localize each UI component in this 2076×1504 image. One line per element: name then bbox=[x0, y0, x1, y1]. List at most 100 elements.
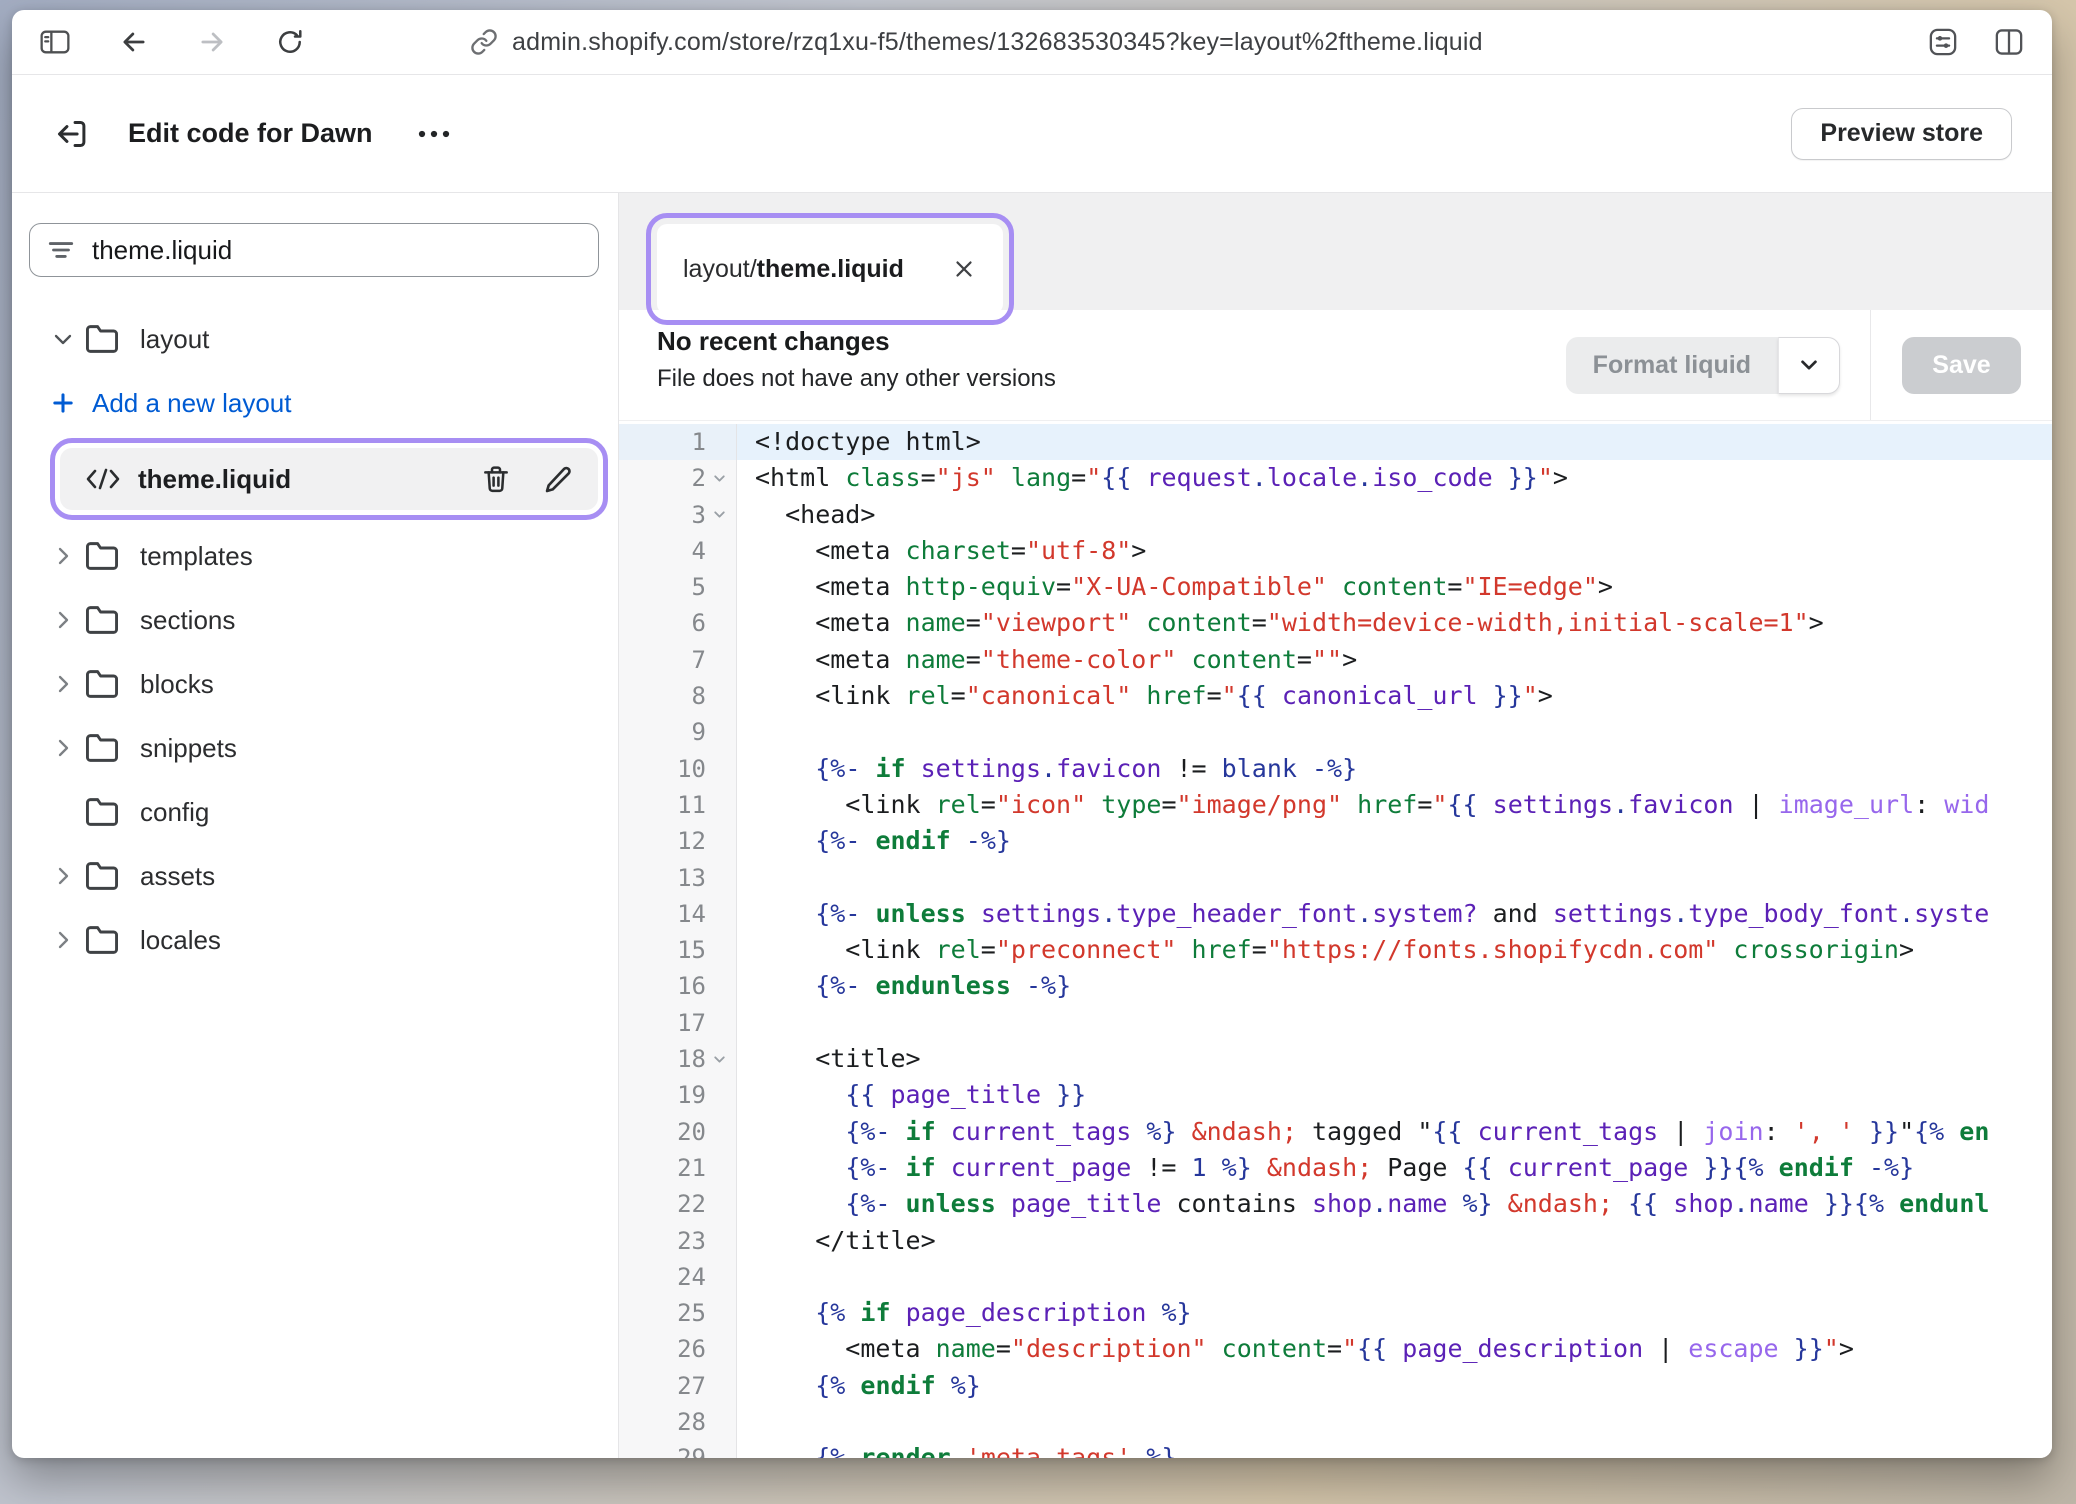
line-number: 6 bbox=[619, 605, 737, 641]
desktop-background: admin.shopify.com/store/rzq1xu-f5/themes… bbox=[0, 0, 2076, 1504]
chevron-right-icon[interactable] bbox=[48, 608, 78, 632]
code-line-11[interactable]: 11 <link rel="icon" type="image/png" hre… bbox=[619, 787, 2052, 823]
sidebar-item-config[interactable]: config bbox=[12, 780, 618, 844]
sidebar-item-templates[interactable]: templates bbox=[12, 524, 618, 588]
more-actions-icon[interactable] bbox=[415, 128, 453, 140]
code-line-25[interactable]: 25 {% if page_description %} bbox=[619, 1295, 2052, 1331]
split-view-icon[interactable] bbox=[1992, 25, 2026, 59]
forward-icon[interactable] bbox=[196, 26, 228, 58]
file-item-theme-liquid[interactable]: theme.liquid bbox=[60, 448, 598, 510]
line-number: 11 bbox=[619, 787, 737, 823]
chevron-right-icon[interactable] bbox=[48, 928, 78, 952]
code-line-14[interactable]: 14 {%- unless settings.type_header_font.… bbox=[619, 896, 2052, 932]
chevron-down-icon bbox=[1796, 354, 1822, 376]
exit-editor-icon[interactable] bbox=[52, 115, 90, 153]
folder-icon bbox=[84, 604, 120, 636]
code-line-24[interactable]: 24 bbox=[619, 1259, 2052, 1295]
format-options-dropdown[interactable] bbox=[1778, 337, 1840, 394]
line-number: 10 bbox=[619, 751, 737, 787]
code-line-29[interactable]: 29 {% render 'meta-tags' %} bbox=[619, 1440, 2052, 1458]
sidebar-item-blocks[interactable]: blocks bbox=[12, 652, 618, 716]
preview-store-button[interactable]: Preview store bbox=[1791, 108, 2012, 160]
folder-icon bbox=[84, 796, 120, 828]
add-new-layout-link[interactable]: Add a new layout bbox=[12, 371, 618, 435]
line-number: 27 bbox=[619, 1368, 737, 1404]
chevron-right-icon[interactable] bbox=[48, 672, 78, 696]
chevron-right-icon[interactable] bbox=[48, 736, 78, 760]
line-number: 17 bbox=[619, 1005, 737, 1041]
tab-strip: layout/theme.liquid bbox=[619, 193, 2052, 310]
chevron-right-icon[interactable] bbox=[48, 544, 78, 568]
code-line-10[interactable]: 10 {%- if settings.favicon != blank -%} bbox=[619, 751, 2052, 787]
line-number: 25 bbox=[619, 1295, 737, 1331]
code-line-15[interactable]: 15 <link rel="preconnect" href="https://… bbox=[619, 932, 2052, 968]
sidebar-item-snippets[interactable]: snippets bbox=[12, 716, 618, 780]
line-number: 1 bbox=[619, 424, 737, 460]
code-line-17[interactable]: 17 bbox=[619, 1005, 2052, 1041]
code-line-2[interactable]: 2<html class="js" lang="{{ request.local… bbox=[619, 460, 2052, 496]
line-number: 16 bbox=[619, 968, 737, 1004]
line-number: 14 bbox=[619, 896, 737, 932]
page-settings-icon[interactable] bbox=[1926, 25, 1960, 59]
fold-chevron-icon[interactable] bbox=[706, 1051, 732, 1068]
code-line-20[interactable]: 20 {%- if current_tags %} &ndash; tagged… bbox=[619, 1114, 2052, 1150]
code-line-27[interactable]: 27 {% endif %} bbox=[619, 1368, 2052, 1404]
chevron-right-icon[interactable] bbox=[48, 864, 78, 888]
code-line-12[interactable]: 12 {%- endif -%} bbox=[619, 823, 2052, 859]
code-line-9[interactable]: 9 bbox=[619, 714, 2052, 750]
code-editor[interactable]: 1<!doctype html>2<html class="js" lang="… bbox=[619, 420, 2052, 1458]
file-filter-input[interactable] bbox=[92, 235, 582, 266]
browser-chrome: admin.shopify.com/store/rzq1xu-f5/themes… bbox=[12, 10, 2052, 75]
rename-file-icon[interactable] bbox=[542, 463, 574, 495]
code-line-3[interactable]: 3 <head> bbox=[619, 497, 2052, 533]
line-number: 9 bbox=[619, 714, 737, 750]
tab-path-prefix: layout/ bbox=[683, 255, 757, 284]
line-number: 4 bbox=[619, 533, 737, 569]
back-icon[interactable] bbox=[118, 26, 150, 58]
line-number: 26 bbox=[619, 1331, 737, 1367]
tab-layout-theme-liquid[interactable]: layout/theme.liquid bbox=[657, 224, 1003, 314]
code-line-8[interactable]: 8 <link rel="canonical" href="{{ canonic… bbox=[619, 678, 2052, 714]
sidebar-item-sections[interactable]: sections bbox=[12, 588, 618, 652]
folder-label: sections bbox=[140, 605, 235, 636]
format-liquid-button[interactable]: Format liquid bbox=[1566, 337, 1778, 394]
folder-icon bbox=[84, 540, 120, 572]
code-line-26[interactable]: 26 <meta name="description" content="{{ … bbox=[619, 1331, 2052, 1367]
fold-chevron-icon[interactable] bbox=[706, 506, 732, 523]
save-button[interactable]: Save bbox=[1902, 337, 2020, 394]
code-line-4[interactable]: 4 <meta charset="utf-8"> bbox=[619, 533, 2052, 569]
reload-icon[interactable] bbox=[274, 26, 306, 58]
sidebar-item-locales[interactable]: locales bbox=[12, 908, 618, 972]
line-number: 28 bbox=[619, 1404, 737, 1440]
code-line-1[interactable]: 1<!doctype html> bbox=[619, 424, 2052, 460]
code-line-6[interactable]: 6 <meta name="viewport" content="width=d… bbox=[619, 605, 2052, 641]
folder-icon bbox=[84, 323, 120, 355]
file-filter[interactable] bbox=[29, 223, 599, 277]
code-line-22[interactable]: 22 {%- unless page_title contains shop.n… bbox=[619, 1186, 2052, 1222]
line-number: 19 bbox=[619, 1077, 737, 1113]
sidebar-item-layout[interactable]: layout bbox=[12, 307, 618, 371]
chevron-down-icon[interactable] bbox=[48, 327, 78, 351]
code-line-28[interactable]: 28 bbox=[619, 1404, 2052, 1440]
fold-chevron-icon[interactable] bbox=[706, 470, 732, 487]
code-line-23[interactable]: 23 </title> bbox=[619, 1223, 2052, 1259]
delete-file-icon[interactable] bbox=[480, 463, 512, 495]
folder-label: templates bbox=[140, 541, 253, 572]
sidebar-item-assets[interactable]: assets bbox=[12, 844, 618, 908]
sidebar-toggle-icon[interactable] bbox=[38, 27, 72, 57]
code-line-18[interactable]: 18 <title> bbox=[619, 1041, 2052, 1077]
format-liquid-split-button: Format liquid bbox=[1566, 337, 1840, 394]
code-line-19[interactable]: 19 {{ page_title }} bbox=[619, 1077, 2052, 1113]
code-line-13[interactable]: 13 bbox=[619, 860, 2052, 896]
file-label: theme.liquid bbox=[138, 464, 291, 495]
code-line-5[interactable]: 5 <meta http-equiv="X-UA-Compatible" con… bbox=[619, 569, 2052, 605]
plus-icon bbox=[48, 389, 78, 417]
address-bar[interactable]: admin.shopify.com/store/rzq1xu-f5/themes… bbox=[470, 10, 1483, 74]
code-line-16[interactable]: 16 {%- endunless -%} bbox=[619, 968, 2052, 1004]
file-sidebar: layoutAdd a new layout theme.liquid templa… bbox=[12, 193, 619, 1458]
folder-label: config bbox=[140, 797, 209, 828]
code-line-21[interactable]: 21 {%- if current_page != 1 %} &ndash; P… bbox=[619, 1150, 2052, 1186]
line-number: 3 bbox=[619, 497, 737, 533]
tab-close-icon[interactable] bbox=[951, 256, 977, 282]
code-line-7[interactable]: 7 <meta name="theme-color" content=""> bbox=[619, 642, 2052, 678]
